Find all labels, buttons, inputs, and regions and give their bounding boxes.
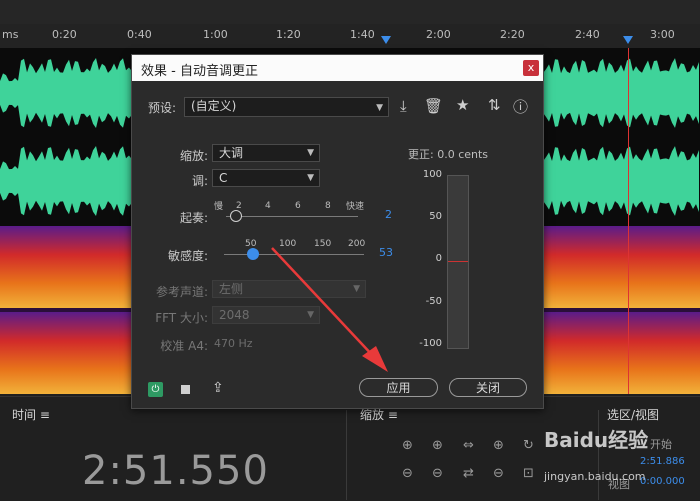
dialog-close-button[interactable]: x: [523, 60, 539, 76]
attack-slow-label: 慢: [214, 202, 224, 212]
stop-icon[interactable]: [181, 385, 190, 394]
meter-scale-label: -50: [425, 296, 442, 307]
top-toolbar: [0, 0, 700, 24]
timecode-display: 2:51.550: [82, 448, 269, 494]
watermark-url: jingyan.baidu.com: [544, 470, 646, 483]
fft-size-select[interactable]: 2048 ▼: [212, 306, 320, 324]
time-panel-title: 时间 ≡: [12, 408, 50, 422]
dialog-titlebar[interactable]: 效果 - 自动音调更正 x: [132, 55, 543, 81]
favorite-star-icon[interactable]: ★: [456, 96, 469, 114]
meter-scale-label: 50: [429, 211, 442, 222]
zoom-out-full-icon[interactable]: ⇄: [463, 466, 474, 481]
ruler-tick: 0:40: [127, 28, 152, 41]
correction-meter: [447, 175, 469, 349]
power-toggle-icon[interactable]: ⏻: [148, 382, 163, 397]
fft-size-label: FFT 大小:: [155, 311, 208, 325]
close-button[interactable]: 关闭: [449, 378, 527, 397]
preset-select[interactable]: (自定义) ▼: [184, 97, 389, 117]
ruler-tick: 3:00: [650, 28, 675, 41]
zoom-out-time-icon[interactable]: ⊖: [432, 466, 443, 481]
key-label: 调:: [191, 174, 208, 188]
sensitivity-slider-track[interactable]: [224, 254, 364, 255]
ruler-tick: 2:40: [575, 28, 600, 41]
sensitivity-slider-thumb[interactable]: [247, 248, 259, 260]
meter-scale-label: -100: [419, 338, 442, 349]
playhead-line[interactable]: [628, 48, 629, 394]
attack-value[interactable]: 2: [385, 208, 392, 221]
zoom-in-amplitude-icon[interactable]: ⊕: [402, 438, 413, 453]
ruler-tick: 2:00: [426, 28, 451, 41]
zoom-in-time-icon[interactable]: ⊕: [432, 438, 443, 453]
sensitivity-value[interactable]: 53: [379, 246, 393, 259]
attack-tick-label: 6: [295, 201, 301, 211]
ref-channel-select[interactable]: 左侧 ▼: [212, 280, 366, 298]
meter-scale-label: 100: [422, 169, 442, 180]
scale-select[interactable]: 大调 ▼: [212, 144, 320, 162]
attack-tick-label: 8: [325, 201, 331, 211]
meter-scale-label: 0: [435, 253, 442, 264]
zoom-to-selection-icon[interactable]: ⇔: [463, 438, 474, 453]
sel-start-label: 开始: [650, 438, 672, 451]
attack-slider-track[interactable]: [226, 216, 358, 217]
selection-start-marker[interactable]: [381, 36, 391, 44]
attack-tick-label: 4: [265, 201, 271, 211]
attack-fast-label: 快速: [346, 202, 365, 212]
ruler-tick: 0:20: [52, 28, 77, 41]
view-value[interactable]: 0:00.000: [640, 476, 685, 487]
zoom-panel-title: 缩放 ≡: [360, 408, 398, 422]
auto-pitch-dialog: 效果 - 自动音调更正 x 预设: (自定义) ▼ ⤓ 🗑 ★ ⇅ ⓘ 缩放: 大…: [131, 54, 544, 409]
ruler-tick: 1:20: [276, 28, 301, 41]
zoom-in-point-icon[interactable]: ⊕: [493, 438, 504, 453]
timeline-ruler[interactable]: ms 0:20 0:40 1:00 1:20 1:40 2:00 2:20 2:…: [0, 24, 700, 49]
key-select[interactable]: C ▼: [212, 169, 320, 187]
zoom-reset-icon[interactable]: ↻: [523, 438, 534, 453]
sel-start-value[interactable]: 2:51.886: [640, 456, 685, 467]
preset-label: 预设:: [147, 101, 176, 115]
export-loop-icon[interactable]: ⇪: [212, 380, 224, 396]
zoom-out-amplitude-icon[interactable]: ⊖: [402, 466, 413, 481]
zoom-out-point-icon[interactable]: ⊖: [493, 466, 504, 481]
ruler-tick: ms: [2, 28, 19, 41]
calibrate-a4-label: 校准 A4:: [160, 339, 208, 353]
meter-center-line: [448, 261, 468, 262]
panel-divider: [346, 410, 347, 500]
sensitivity-tick-label: 100: [279, 239, 297, 249]
sensitivity-label: 敏感度:: [167, 249, 208, 263]
routing-icon[interactable]: ⇅: [488, 96, 501, 114]
correction-readout: 更正: 0.0 cents: [408, 148, 489, 161]
playhead-marker[interactable]: [623, 36, 633, 44]
ref-channel-label: 参考声道:: [155, 285, 208, 299]
watermark-logo: Baidu经验: [544, 428, 649, 452]
selection-panel-title: 选区/视图: [607, 408, 660, 422]
sensitivity-tick-label: 150: [314, 239, 332, 249]
scale-label: 缩放:: [179, 149, 208, 163]
ruler-tick: 1:00: [203, 28, 228, 41]
attack-slider-thumb[interactable]: [230, 210, 242, 222]
calibrate-a4-value[interactable]: 470 Hz: [214, 337, 253, 350]
dialog-title: 效果 - 自动音调更正: [141, 64, 258, 79]
attack-label: 起奏:: [179, 211, 208, 225]
sensitivity-tick-label: 200: [348, 239, 366, 249]
zoom-selection-icon[interactable]: ⊡: [523, 466, 534, 481]
download-preset-icon[interactable]: ⤓: [400, 97, 407, 115]
apply-button[interactable]: 应用: [359, 378, 438, 397]
ruler-tick: 2:20: [500, 28, 525, 41]
ruler-tick: 1:40: [350, 28, 375, 41]
info-icon[interactable]: ⓘ: [513, 96, 528, 117]
delete-preset-icon[interactable]: 🗑: [424, 97, 443, 115]
